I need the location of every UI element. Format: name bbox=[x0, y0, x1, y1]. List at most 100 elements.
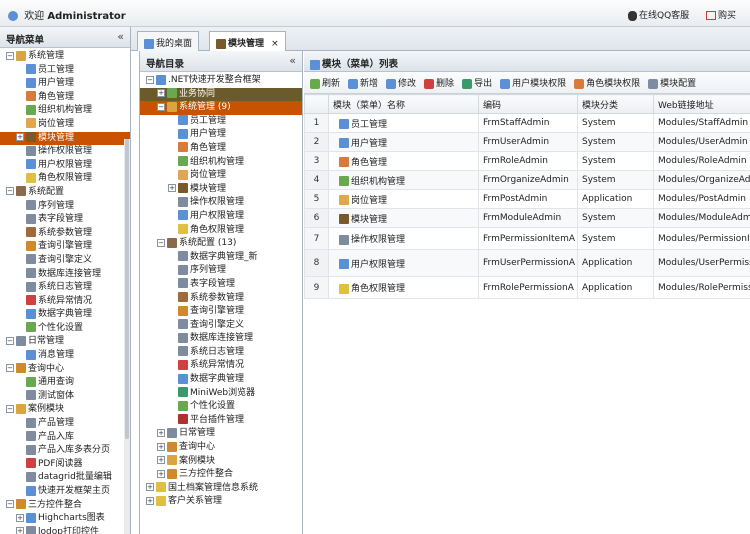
collapse-toggle-icon[interactable]: − bbox=[6, 336, 14, 345]
nav-tree-item[interactable]: 查询引擎定义 bbox=[0, 254, 130, 268]
nav-tree-item[interactable]: 快速开发框架主页 bbox=[0, 485, 130, 499]
table-row[interactable]: 6 模块管理 FrmModuleAdmin System Modules/ModuleA… bbox=[304, 208, 750, 228]
nav-tree-item[interactable]: + lodop打印控件 bbox=[0, 526, 130, 534]
table-row[interactable]: 9 角色权限管理 FrmRolePermissionA Application Modu… bbox=[304, 276, 750, 299]
nav-tree-item[interactable]: 个性化设置 bbox=[0, 322, 130, 336]
dir-tree-item[interactable]: + 国土档案管理信息系统 bbox=[140, 482, 302, 496]
collapse-nav-icon[interactable]: « bbox=[117, 30, 124, 43]
toolbar-button-0[interactable]: 刷新 bbox=[310, 76, 340, 89]
column-header-code[interactable]: 编码 bbox=[478, 94, 578, 114]
nav-tree-item[interactable]: 数据库连接管理 bbox=[0, 268, 130, 282]
dir-tree-item[interactable]: + 案例模块 bbox=[140, 455, 302, 469]
toolbar-button-1[interactable]: 新增 bbox=[348, 76, 378, 89]
nav-tree-item[interactable]: + Highcharts图表 bbox=[0, 512, 130, 526]
collapse-toggle-icon[interactable]: − bbox=[157, 238, 165, 247]
nav-tree-item[interactable]: − 查询中心 bbox=[0, 363, 130, 377]
collapse-toggle-icon[interactable]: − bbox=[6, 187, 14, 196]
expand-toggle-icon[interactable]: + bbox=[146, 483, 154, 492]
nav-tree-item[interactable]: 岗位管理 bbox=[0, 118, 130, 132]
nav-tree-item[interactable]: 通用查询 bbox=[0, 376, 130, 390]
qq-support-link[interactable]: 在线QQ客服 bbox=[628, 8, 689, 21]
nav-tree-item[interactable]: − 系统管理 bbox=[0, 50, 130, 64]
nav-tree-item[interactable]: 序列管理 bbox=[0, 200, 130, 214]
toolbar-button-3[interactable]: 删除 bbox=[424, 76, 454, 89]
expand-toggle-icon[interactable]: + bbox=[157, 442, 165, 451]
nav-tree-item[interactable]: 操作权限管理 bbox=[0, 145, 130, 159]
dir-tree-item[interactable]: + 日常管理 bbox=[140, 427, 302, 441]
dir-tree-item[interactable]: 系统异常情况 bbox=[140, 359, 302, 373]
collapse-toggle-icon[interactable]: − bbox=[6, 404, 14, 413]
nav-tree-item[interactable]: 组织机构管理 bbox=[0, 104, 130, 118]
expand-toggle-icon[interactable]: + bbox=[157, 89, 165, 98]
dir-tree-item[interactable]: − 系统管理 (9) bbox=[140, 101, 302, 115]
nav-tree-item[interactable]: 系统日志管理 bbox=[0, 281, 130, 295]
nav-tree-item[interactable]: 系统异常情况 bbox=[0, 295, 130, 309]
expand-toggle-icon[interactable]: + bbox=[168, 184, 176, 193]
dir-tree-item[interactable]: 操作权限管理 bbox=[140, 196, 302, 210]
dir-tree-item[interactable]: 数据字典管理_新 bbox=[140, 251, 302, 265]
dir-tree-item[interactable]: + 客户关系管理 bbox=[140, 495, 302, 509]
expand-toggle-icon[interactable]: + bbox=[157, 428, 165, 437]
nav-tree-item[interactable]: 产品入库多表分页 bbox=[0, 444, 130, 458]
column-header-name[interactable]: 模块（菜单）名称 bbox=[328, 94, 479, 114]
toolbar-button-5[interactable]: 用户模块权限 bbox=[500, 76, 566, 89]
collapse-toggle-icon[interactable]: − bbox=[6, 51, 14, 60]
dir-tree-item[interactable]: 岗位管理 bbox=[140, 169, 302, 183]
nav-tree-item[interactable]: + 模块管理 bbox=[0, 131, 130, 146]
toolbar-button-4[interactable]: 导出 bbox=[462, 76, 492, 89]
table-row[interactable]: 8 用户权限管理 FrmUserPermissionA Application Modu… bbox=[304, 249, 750, 277]
dir-tree-item[interactable]: 用户权限管理 bbox=[140, 210, 302, 224]
dir-tree-item[interactable]: − .NET快速开发整合框架 bbox=[140, 74, 302, 88]
nav-tree-item[interactable]: 数据字典管理 bbox=[0, 308, 130, 322]
dir-tree-item[interactable]: 表字段管理 bbox=[140, 278, 302, 292]
dir-tree-item[interactable]: 组织机构管理 bbox=[140, 156, 302, 170]
nav-tree-item[interactable]: − 系统配置 bbox=[0, 186, 130, 200]
toolbar-button-7[interactable]: 模块配置 bbox=[648, 76, 696, 89]
dir-tree-item[interactable]: 查询引擎定义 bbox=[140, 319, 302, 333]
toolbar-button-2[interactable]: 修改 bbox=[386, 76, 416, 89]
nav-tree-item[interactable]: 角色管理 bbox=[0, 91, 130, 105]
nav-tree-item[interactable]: 测试窗体 bbox=[0, 390, 130, 404]
dir-tree-item[interactable]: + 三方控件整合 bbox=[140, 468, 302, 482]
dir-tree-item[interactable]: MiniWeb浏览器 bbox=[140, 387, 302, 401]
collapse-toggle-icon[interactable]: − bbox=[6, 364, 14, 373]
dir-tree-item[interactable]: + 模块管理 bbox=[140, 183, 302, 197]
collapse-toggle-icon[interactable]: − bbox=[6, 500, 14, 509]
nav-tree-item[interactable]: 角色权限管理 bbox=[0, 172, 130, 186]
dir-tree-item[interactable]: 平台插件管理 bbox=[140, 414, 302, 428]
nav-scrollbar[interactable] bbox=[124, 139, 130, 534]
table-row[interactable]: 3 角色管理 FrmRoleAdmin System Modules/RoleAdmin bbox=[304, 151, 750, 171]
dir-tree-item[interactable]: 序列管理 bbox=[140, 264, 302, 278]
nav-tree-item[interactable]: − 日常管理 bbox=[0, 335, 130, 349]
tab-desktop[interactable]: 我的桌面 bbox=[137, 31, 200, 51]
nav-tree-item[interactable]: PDF阅读器 bbox=[0, 458, 130, 472]
dir-tree-item[interactable]: 数据库连接管理 bbox=[140, 332, 302, 346]
nav-tree-item[interactable]: 产品管理 bbox=[0, 417, 130, 431]
expand-toggle-icon[interactable]: + bbox=[16, 133, 24, 142]
dir-tree-item[interactable]: 员工管理 bbox=[140, 115, 302, 129]
nav-tree-item[interactable]: 员工管理 bbox=[0, 64, 130, 78]
table-row[interactable]: 2 用户管理 FrmUserAdmin System Modules/UserAdmin bbox=[304, 132, 750, 152]
tab-close-icon[interactable]: × bbox=[271, 39, 279, 49]
column-header-category[interactable]: 模块分类 bbox=[577, 94, 654, 114]
nav-tree-item[interactable]: datagrid批量编辑 bbox=[0, 471, 130, 485]
collapse-toggle-icon[interactable]: − bbox=[157, 102, 165, 111]
collapse-toggle-icon[interactable]: − bbox=[146, 75, 154, 84]
expand-toggle-icon[interactable]: + bbox=[157, 469, 165, 478]
table-row[interactable]: 7 操作权限管理 FrmPermissionItemA System Modules/P… bbox=[304, 227, 750, 250]
column-header-url[interactable]: Web链接地址 bbox=[653, 94, 750, 114]
dir-tree-item[interactable]: 系统参数管理 bbox=[140, 292, 302, 306]
collapse-directory-icon[interactable]: « bbox=[289, 54, 296, 67]
dir-tree-item[interactable]: 个性化设置 bbox=[140, 400, 302, 414]
table-row[interactable]: 5 岗位管理 FrmPostAdmin Application Modules/Post… bbox=[304, 189, 750, 209]
dir-tree-item[interactable]: 数据字典管理 bbox=[140, 373, 302, 387]
table-row[interactable]: 4 组织机构管理 FrmOrganizeAdmin System Modules/Org… bbox=[304, 170, 750, 190]
expand-toggle-icon[interactable]: + bbox=[157, 456, 165, 465]
dir-tree-item[interactable]: 系统日志管理 bbox=[140, 346, 302, 360]
nav-tree-item[interactable]: 系统参数管理 bbox=[0, 227, 130, 241]
nav-tree-item[interactable]: − 案例模块 bbox=[0, 403, 130, 417]
tab-module-admin[interactable]: 模块管理 × bbox=[209, 31, 286, 51]
table-row[interactable]: 1 员工管理 FrmStaffAdmin System Modules/StaffAdm… bbox=[304, 113, 750, 133]
nav-tree-item[interactable]: − 三方控件整合 bbox=[0, 499, 130, 513]
expand-toggle-icon[interactable]: + bbox=[16, 513, 24, 522]
